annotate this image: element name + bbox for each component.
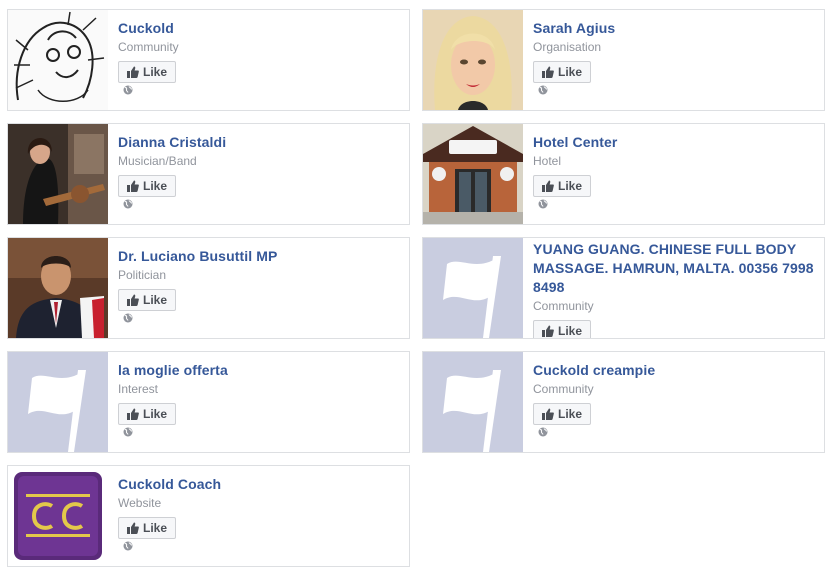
page-name-link[interactable]: Dianna Cristaldi (118, 133, 401, 152)
thumbs-up-icon (127, 66, 139, 78)
page-card: Sarah Agius Organisation Like (422, 9, 825, 111)
like-button[interactable]: Like (118, 175, 177, 197)
page-category: Website (118, 496, 162, 510)
page-name-link[interactable]: Cuckold creampie (533, 361, 816, 380)
page-category: Community (118, 40, 179, 54)
page-name-link[interactable]: Hotel Center (533, 133, 816, 152)
page-card: Cuckold Coach Website Like (7, 465, 410, 567)
page-card: la moglie offerta Interest Like (7, 351, 410, 453)
page-name-link[interactable]: YUANG GUANG. CHINESE FULL BODY MASSAGE. … (533, 240, 816, 297)
page-thumbnail[interactable] (8, 352, 108, 452)
like-label: Like (143, 65, 168, 79)
thumbs-up-icon (542, 325, 554, 337)
globe-icon (538, 85, 548, 95)
page-thumbnail[interactable] (423, 238, 523, 338)
page-card: Cuckold creampie Community Like (422, 351, 825, 453)
like-label: Like (143, 521, 168, 535)
thumbs-up-icon (127, 180, 139, 192)
thumbs-up-icon (542, 180, 554, 192)
page-category: Organisation (533, 40, 602, 54)
like-button[interactable]: Like (118, 517, 177, 539)
globe-icon (123, 313, 133, 323)
globe-icon (123, 199, 133, 209)
like-label: Like (143, 179, 168, 193)
page-category: Hotel (533, 154, 562, 168)
like-button[interactable]: Like (533, 61, 592, 83)
page-category: Musician/Band (118, 154, 197, 168)
thumbs-up-icon (127, 408, 139, 420)
globe-icon (538, 427, 548, 437)
like-button[interactable]: Like (533, 320, 592, 338)
globe-icon (538, 199, 548, 209)
page-category: Community (533, 382, 594, 396)
page-card: Hotel Center Hotel Like (422, 123, 825, 225)
page-name-link[interactable]: Dr. Luciano Busuttil MP (118, 247, 401, 266)
like-label: Like (558, 324, 583, 338)
flag-placeholder-icon (423, 238, 523, 338)
like-button[interactable]: Like (118, 289, 177, 311)
page-thumbnail[interactable] (8, 238, 108, 338)
like-button[interactable]: Like (533, 175, 592, 197)
globe-icon (123, 427, 133, 437)
page-thumbnail[interactable] (423, 124, 523, 224)
page-category: Community (533, 299, 594, 313)
like-button[interactable]: Like (533, 403, 592, 425)
page-thumbnail[interactable] (423, 352, 523, 452)
thumbs-up-icon (542, 408, 554, 420)
flag-placeholder-icon (8, 352, 108, 452)
globe-icon (123, 85, 133, 95)
page-thumbnail[interactable] (8, 124, 108, 224)
like-label: Like (558, 65, 583, 79)
like-label: Like (558, 407, 583, 421)
globe-icon (123, 541, 133, 551)
page-card: Dr. Luciano Busuttil MP Politician Like (7, 237, 410, 339)
page-name-link[interactable]: Cuckold (118, 19, 401, 38)
page-thumbnail[interactable] (8, 466, 108, 566)
like-button[interactable]: Like (118, 61, 177, 83)
page-category: Politician (118, 268, 167, 282)
page-name-link[interactable]: Cuckold Coach (118, 475, 401, 494)
page-category: Interest (118, 382, 159, 396)
flag-placeholder-icon (423, 352, 523, 452)
page-name-link[interactable]: la moglie offerta (118, 361, 401, 380)
thumbs-up-icon (127, 294, 139, 306)
like-label: Like (143, 293, 168, 307)
page-thumbnail[interactable] (8, 10, 108, 110)
thumbs-up-icon (542, 66, 554, 78)
like-label: Like (558, 179, 583, 193)
page-thumbnail[interactable] (423, 10, 523, 110)
like-button[interactable]: Like (118, 403, 177, 425)
page-card: Dianna Cristaldi Musician/Band Like (7, 123, 410, 225)
cc-logo-icon (8, 466, 108, 566)
page-name-link[interactable]: Sarah Agius (533, 19, 816, 38)
page-card: Cuckold Community Like (7, 9, 410, 111)
like-label: Like (143, 407, 168, 421)
page-card: YUANG GUANG. CHINESE FULL BODY MASSAGE. … (422, 237, 825, 339)
thumbs-up-icon (127, 522, 139, 534)
